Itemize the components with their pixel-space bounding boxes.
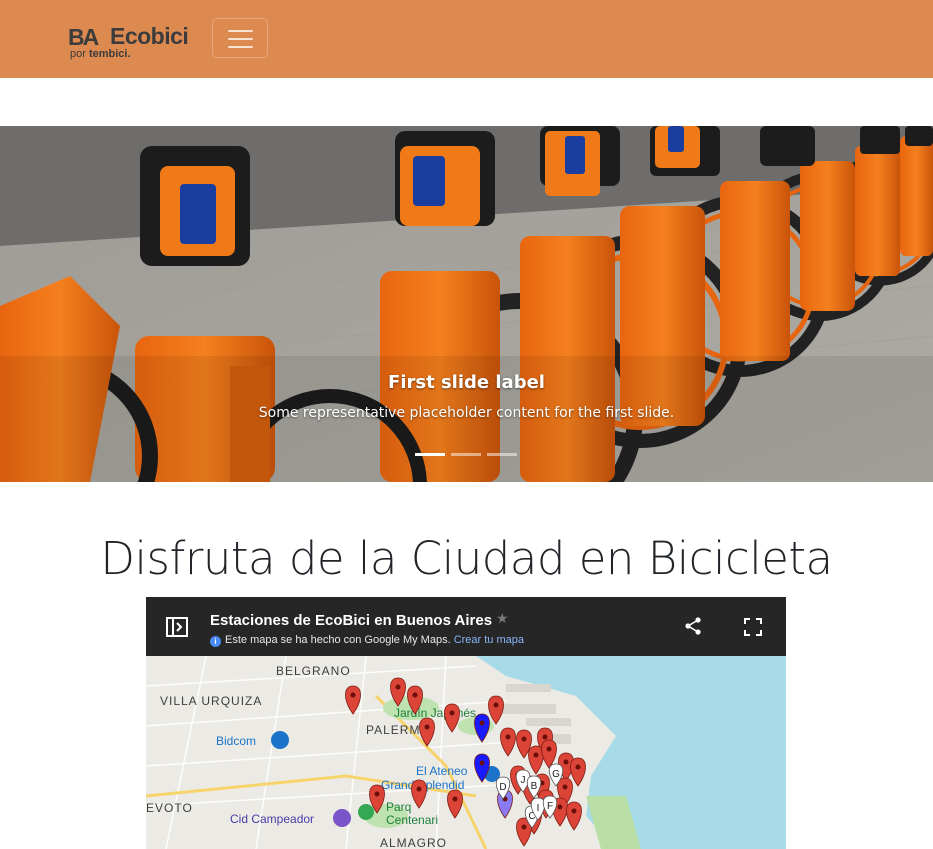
carousel-indicator-1[interactable] xyxy=(415,453,445,456)
map-label-cid-campeador: Cid Campeador xyxy=(230,812,314,826)
map-subtitle: i Este mapa se ha hecho con Google My Map… xyxy=(210,634,524,647)
map-marker-letter: B xyxy=(531,781,538,792)
map-label-el-ateneo: El Ateneo xyxy=(416,764,468,778)
brand-subtitle: por tembici. xyxy=(70,48,131,60)
google-my-map-embed[interactable]: Estaciones de EcoBici en Buenos Aires ★ … xyxy=(146,597,786,849)
map-marker-dot xyxy=(521,736,527,742)
map-label-bidcom: Bidcom xyxy=(216,734,256,748)
map-marker-dot xyxy=(449,710,455,716)
carousel-image xyxy=(0,126,933,482)
map-label-belgrano: BELGRANO xyxy=(276,664,351,678)
carousel-caption-title: First slide label xyxy=(388,372,545,393)
map-marker-dot xyxy=(412,692,418,698)
map-marker-dot xyxy=(533,752,539,758)
map-marker-dot xyxy=(452,796,458,802)
map-marker-letter: G xyxy=(552,769,560,780)
map-marker-dot xyxy=(505,734,511,740)
map-marker-dot xyxy=(493,702,499,708)
map-marker-dot xyxy=(424,724,430,730)
map-label-parque-1: Parq xyxy=(386,800,411,814)
map-title: Estaciones de EcoBici en Buenos Aires xyxy=(210,612,493,629)
map-label-jardin: Jardín Japonés xyxy=(394,706,476,720)
hero-carousel[interactable] xyxy=(0,126,933,482)
brand-ba: BA xyxy=(68,24,99,50)
map-label-almagro: ALMAGRO xyxy=(380,836,447,849)
map-label-devoto: EVOTO xyxy=(146,801,193,815)
map-marker-dot xyxy=(571,808,577,814)
map-marker-dot xyxy=(562,784,568,790)
map-marker-dot xyxy=(521,824,527,830)
create-map-link[interactable]: Crear tu mapa xyxy=(454,634,524,646)
poi-cid-campeador-icon xyxy=(333,809,351,827)
carousel-caption-text: Some representative placeholder content … xyxy=(258,405,675,421)
map-marker-dot xyxy=(350,692,356,698)
navbar: BA Ecobici por tembici. xyxy=(0,0,933,78)
brand-name: Ecobici xyxy=(110,23,189,49)
page-title: Disfruta de la Ciudad en Bicicleta xyxy=(100,532,833,585)
poi-bidcom-icon xyxy=(271,731,289,749)
carousel-indicator-2[interactable] xyxy=(451,453,481,456)
map-marker-dot xyxy=(395,684,401,690)
map-marker-dot xyxy=(416,786,422,792)
map-marker-letter: J xyxy=(521,775,526,786)
map-marker-letter: I xyxy=(537,803,540,814)
map-marker-letter: D xyxy=(499,782,506,793)
map-marker-dot xyxy=(575,764,581,770)
star-icon[interactable]: ★ xyxy=(496,610,509,627)
map-marker-dot xyxy=(563,759,569,765)
poi-park-icon xyxy=(358,804,374,820)
map-marker-dot xyxy=(557,804,563,810)
map-header: Estaciones de EcoBici en Buenos Aires ★ … xyxy=(146,597,786,656)
carousel-indicator-3[interactable] xyxy=(487,453,517,456)
navbar-toggler-button[interactable] xyxy=(212,18,268,58)
map-marker-dot xyxy=(479,760,485,766)
map-label-parque-2: Centenari xyxy=(386,813,438,827)
info-icon: i xyxy=(210,636,221,647)
sidebar-toggle-icon[interactable] xyxy=(166,617,188,637)
map-label-villa-urquiza: VILLA URQUIZA xyxy=(160,694,262,708)
map-canvas[interactable]: BELGRANO VILLA URQUIZA PALERMO Jardín Ja… xyxy=(146,656,786,849)
map-marker-dot xyxy=(479,720,485,726)
fullscreen-icon[interactable] xyxy=(744,618,762,636)
share-icon[interactable] xyxy=(684,617,702,635)
map-marker-letter: F xyxy=(547,801,553,812)
map-marker-dot xyxy=(542,734,548,740)
map-marker-dot xyxy=(374,791,380,797)
map-marker-dot xyxy=(546,746,552,752)
hamburger-icon xyxy=(228,30,253,32)
brand-logo[interactable]: BA Ecobici por tembici. xyxy=(68,22,208,62)
